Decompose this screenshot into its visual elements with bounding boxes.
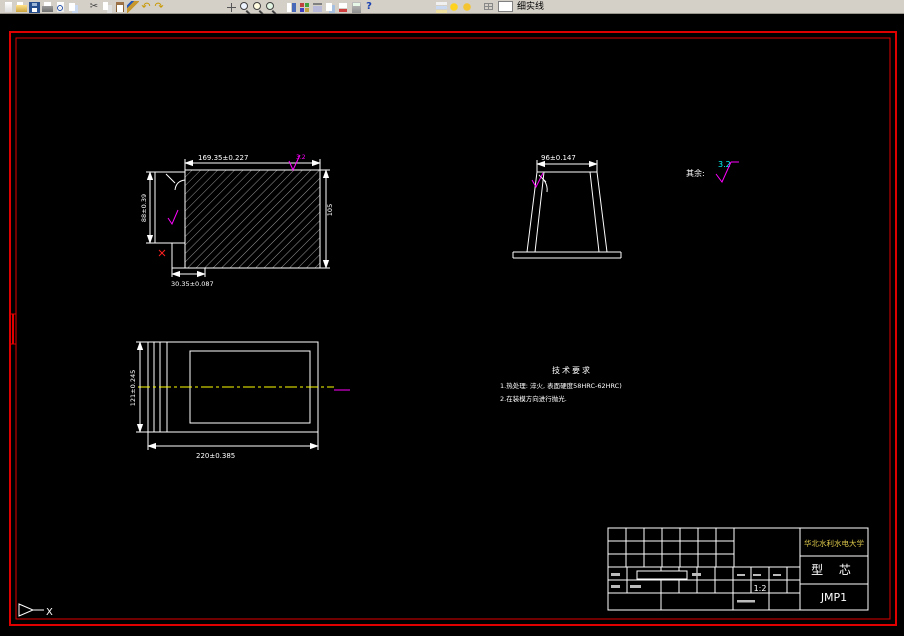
scale-value: 1:2 [754,584,767,593]
open-icon[interactable] [15,0,27,13]
part-name: 型 芯 [811,563,857,577]
ucs-icon: X [18,603,53,618]
tech-req-line-2: 2.在装模方向进行抛光. [500,394,567,403]
properties-icon[interactable] [285,0,297,13]
roughness-symbol-left [167,209,179,226]
zoom-window-icon[interactable] [251,0,263,13]
dim-top-text: 169.35±0.227 [198,154,248,162]
match-icon[interactable] [127,0,139,13]
toolbar-separator [474,1,481,13]
plot-icon[interactable] [41,0,53,13]
tech-req-title: 技术要求 [552,365,592,375]
ucs-x-label: X [46,607,53,618]
new-icon[interactable] [2,0,14,13]
sheet-set-icon[interactable] [324,0,336,13]
dim-bottom-text: 220±0.385 [196,452,235,460]
tool-palettes-icon[interactable] [311,0,323,13]
sheet-border-frame [9,31,897,626]
cad-application-window: { "toolbar": { "icons": ["new","open","s… [0,0,904,632]
paste-icon[interactable] [114,0,126,13]
dim-left-text: 88±0.39 [140,194,148,222]
surface-finish-note: 其余: 3.2 [686,160,739,183]
design-center-icon[interactable] [298,0,310,13]
roughness-symbol [531,172,544,189]
technical-requirements: 技术要求 1.热处理: 淬火, 表面硬度58HRC-62HRC) 2.在装模方向… [500,365,622,403]
school-name: 华北水利水电大学 [804,538,864,548]
top-toolbar: 细实线 [0,0,904,14]
toolbar-separator [166,1,224,13]
roughness-top-text: 3.2 [296,154,306,161]
express-icon[interactable] [461,0,473,13]
dimension-bottom [147,432,319,450]
undo-icon[interactable] [140,0,152,13]
toolbar-separator [277,1,284,13]
publish-icon[interactable] [67,0,79,13]
drawing-canvas[interactable]: 169.35±0.227 3.2 88±0.39 105 30.35±0.087 [0,14,904,632]
copy-icon[interactable] [101,0,113,13]
insert-point-marker [158,249,166,257]
drawing-code: JMP1 [820,591,847,604]
toolbar-separator [80,1,87,13]
toolbar-separator [376,1,434,13]
linetype-label[interactable]: 细实线 [517,1,544,13]
dim-right-text: 105 [326,204,334,216]
cut-icon[interactable] [88,0,100,13]
dimension-right [320,169,330,269]
dimension-bottom [171,268,206,278]
help-icon[interactable] [363,0,375,13]
linetype-preview-swatch[interactable] [498,1,513,12]
preview-icon[interactable] [54,0,66,13]
pan-icon[interactable] [225,0,237,13]
front-view: 96±0.147 [512,154,622,259]
table-icon[interactable] [482,0,494,13]
zoom-previous-icon[interactable] [264,0,276,13]
drawing-sheet: 169.35±0.227 3.2 88±0.39 105 30.35±0.087 [9,31,897,626]
layers-icon[interactable] [435,0,447,13]
tech-req-line-1: 1.热处理: 淬火, 表面硬度58HRC-62HRC) [500,381,622,390]
filled-cell [636,570,688,580]
toolbar-icon-strip [2,0,494,13]
dim-top-text: 96±0.147 [541,154,576,162]
surface-note-label: 其余: [686,168,705,178]
layer-color-icon[interactable] [448,0,460,13]
section-view: 169.35±0.227 3.2 88±0.39 105 30.35±0.087 [140,154,334,288]
save-icon[interactable] [28,0,40,13]
plan-view: 220±0.385 121±0.245 [129,341,350,460]
redo-icon[interactable] [153,0,165,13]
markup-icon[interactable] [337,0,349,13]
calc-icon[interactable] [350,0,362,13]
zoom-realtime-icon[interactable] [238,0,250,13]
title-block: 1:2 华北水利水电大学 型 芯 JMP1 [607,527,869,611]
dim-bottom-text: 30.35±0.087 [171,280,214,288]
dim-left-text: 121±0.245 [129,370,137,406]
